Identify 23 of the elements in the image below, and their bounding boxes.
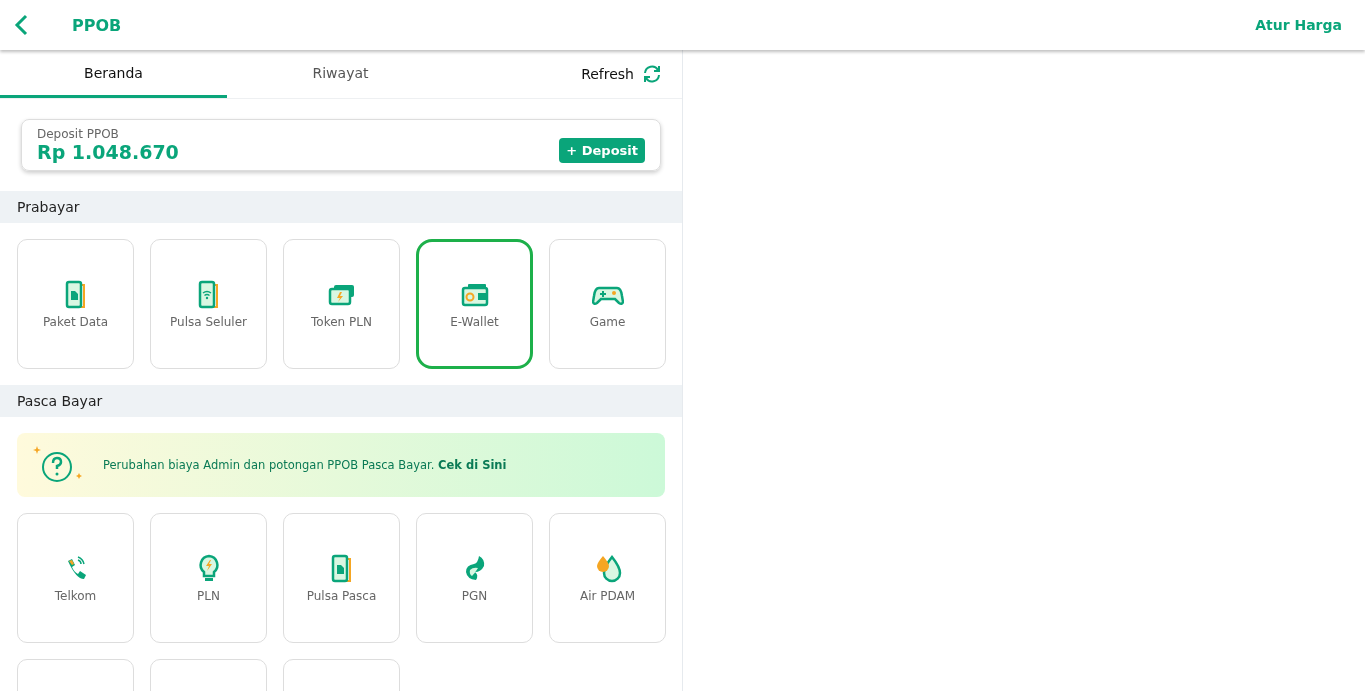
service-tile[interactable]: E-Wallet — [416, 239, 533, 369]
notice-text: Perubahan biaya Admin dan potongan PPOB Pasca Bayar. Cek di Sini — [103, 458, 507, 472]
service-tile[interactable]: Telkom — [17, 513, 134, 643]
page-title: PPOB — [72, 15, 122, 35]
service-tile[interactable]: Air PDAM — [549, 513, 666, 643]
deposit-label: Deposit PPOB — [37, 127, 120, 141]
service-tile[interactable]: Game — [549, 239, 666, 369]
check-here-link[interactable]: Cek di Sini — [438, 458, 507, 472]
deposit-button[interactable]: + Deposit — [559, 138, 645, 163]
deposit-amount: Rp 1.048.670 — [37, 141, 179, 163]
tab[interactable]: Beranda — [0, 50, 227, 98]
service-tile[interactable]: Pulsa Pasca — [283, 513, 400, 643]
refresh-button[interactable]: Refresh — [575, 50, 668, 98]
service-tile[interactable]: Token PLN — [283, 239, 400, 369]
section-header: Pasca Bayar — [0, 385, 682, 417]
refresh-icon — [642, 64, 662, 84]
service-tile[interactable]: Pulsa Seluler — [150, 239, 267, 369]
set-price-link[interactable]: Atur Harga — [1255, 17, 1342, 33]
tab[interactable]: Riwayat — [227, 50, 454, 98]
service-tile[interactable]: PLN — [150, 513, 267, 643]
section-header: Prabayar — [0, 191, 682, 223]
service-tile[interactable]: Paket Data — [17, 239, 134, 369]
service-tile[interactable]: PGN — [416, 513, 533, 643]
